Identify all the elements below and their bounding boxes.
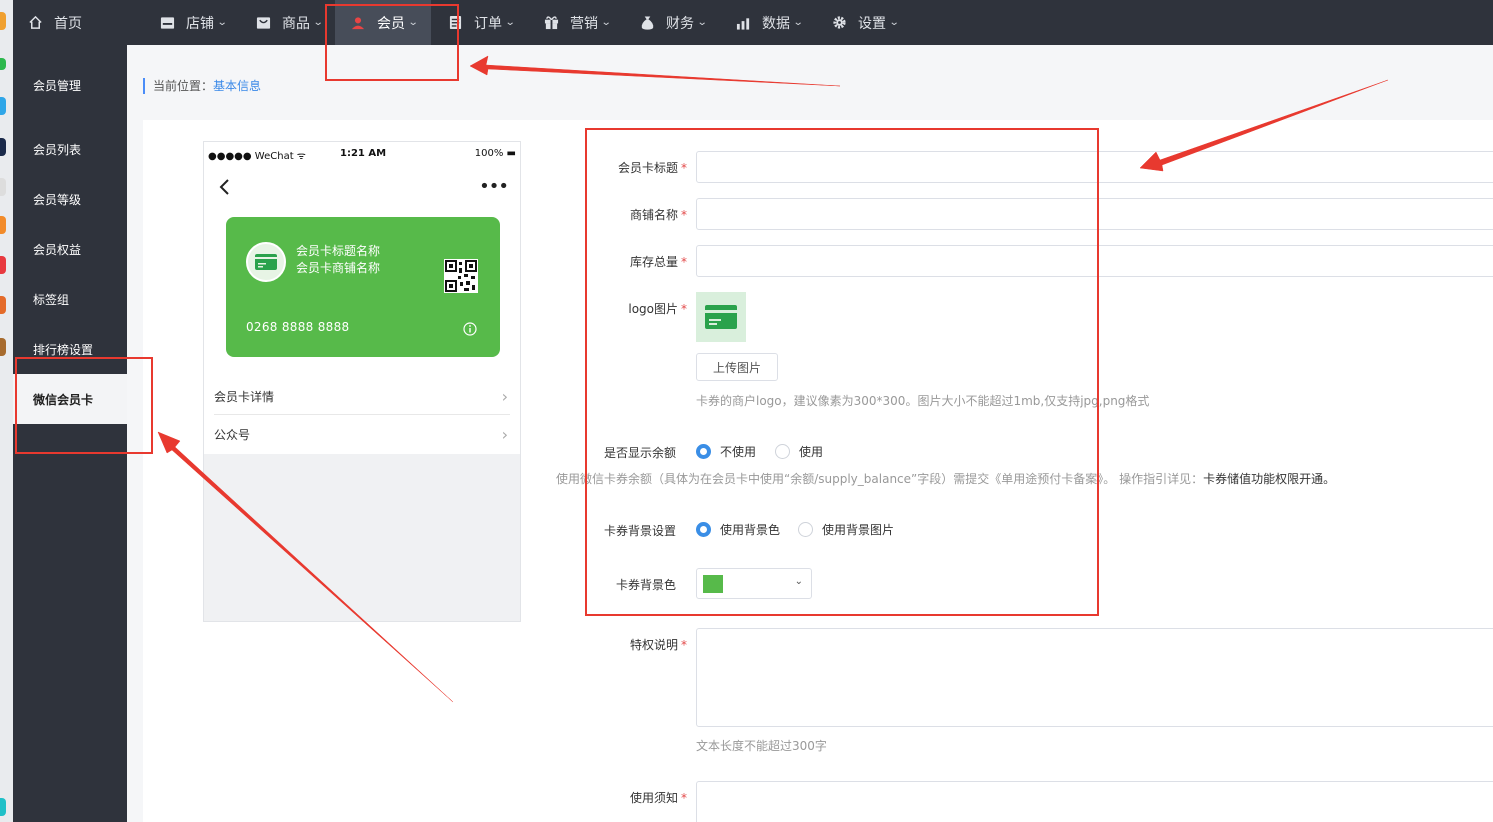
nav-data-label: 数据 bbox=[762, 15, 790, 32]
top-nav: 首页 店铺 ⌄ 商品 ⌄ 会员 ⌄ 订单 ⌄ 营销 ⌄ 财务 ⌄ 数据 ⌄ 设置… bbox=[13, 0, 1493, 45]
status-time: 1:21 AM bbox=[340, 148, 387, 159]
chevron-down-icon: ⌄ bbox=[504, 17, 516, 28]
chevron-right-icon: › bbox=[501, 425, 508, 444]
nav-data[interactable]: 数据 ⌄ bbox=[735, 0, 804, 45]
required-mark: * bbox=[681, 638, 687, 652]
official-account-label: 公众号 bbox=[214, 428, 251, 442]
official-account-row[interactable]: 公众号 › bbox=[214, 416, 510, 453]
info-icon[interactable] bbox=[463, 322, 477, 336]
status-carrier: ●●●●● WeChat ᯤ bbox=[208, 151, 306, 162]
more-icon[interactable]: ••• bbox=[479, 178, 509, 196]
card-shop-name: 会员卡商铺名称 bbox=[296, 261, 381, 275]
phone-preview: ●●●●● WeChat ᯤ 1:21 AM 100% ▬ ••• 会员卡标题名… bbox=[203, 141, 521, 622]
sidebar-item-label: 标签组 bbox=[33, 292, 70, 307]
page: 首页 店铺 ⌄ 商品 ⌄ 会员 ⌄ 订单 ⌄ 营销 ⌄ 财务 ⌄ 数据 ⌄ 设置… bbox=[0, 0, 1493, 822]
bar-chart-icon bbox=[735, 15, 751, 31]
nav-marketing[interactable]: 营销 ⌄ bbox=[543, 0, 612, 45]
breadcrumb-current-link[interactable]: 基本信息 bbox=[213, 79, 261, 93]
notice-textarea[interactable] bbox=[696, 781, 1493, 822]
chevron-down-icon: ⌄ bbox=[600, 17, 612, 28]
chevron-down-icon: ⌄ bbox=[216, 17, 228, 28]
sidebar-item-member-rights[interactable]: 会员权益 bbox=[13, 224, 127, 274]
nav-settings-label: 设置 bbox=[858, 15, 886, 32]
phone-status-bar: ●●●●● WeChat ᯤ 1:21 AM 100% ▬ bbox=[208, 148, 516, 162]
chevron-down-icon: ⌄ bbox=[792, 17, 804, 28]
required-mark: * bbox=[681, 791, 687, 805]
status-battery: 100% ▬ bbox=[474, 148, 516, 159]
sidebar-item-member-management[interactable]: 会员管理 bbox=[13, 60, 127, 110]
member-card-preview: 会员卡标题名称 会员卡商铺名称 0268 8888 8888 bbox=[226, 217, 500, 357]
back-arrow-icon[interactable] bbox=[218, 178, 232, 196]
annotation-box-wechat-card bbox=[15, 357, 153, 454]
nav-finance-label: 财务 bbox=[666, 15, 694, 32]
card-detail-row[interactable]: 会员卡详情 › bbox=[214, 378, 510, 415]
nav-store-label: 店铺 bbox=[186, 15, 214, 32]
privilege-hint: 文本长度不能超过300字 bbox=[696, 739, 827, 753]
annotation-box-member-nav bbox=[325, 4, 459, 81]
store-icon bbox=[159, 15, 175, 31]
chevron-down-icon: ⌄ bbox=[888, 17, 900, 28]
nav-marketing-label: 营销 bbox=[570, 15, 598, 32]
notice-field-label: 使用须知 * bbox=[567, 789, 687, 806]
chevron-down-icon: ⌄ bbox=[312, 17, 324, 28]
goods-icon bbox=[255, 15, 271, 31]
privilege-textarea[interactable] bbox=[696, 628, 1493, 727]
card-number: 0268 8888 8888 bbox=[246, 320, 350, 334]
breadcrumb: 当前位置：基本信息 bbox=[143, 78, 261, 94]
card-logo-icon bbox=[246, 242, 286, 282]
notice-label-text: 使用须知 bbox=[629, 791, 678, 805]
card-detail-label: 会员卡详情 bbox=[214, 389, 275, 404]
gear-icon bbox=[831, 15, 847, 31]
nav-order-label: 订单 bbox=[474, 15, 502, 32]
nav-settings[interactable]: 设置 ⌄ bbox=[831, 0, 900, 45]
balance-hint-link[interactable]: 卡券储值功能权限开通。 bbox=[1203, 472, 1335, 486]
sidebar-item-label: 会员管理 bbox=[33, 78, 82, 93]
sidebar-item-label: 会员等级 bbox=[33, 192, 82, 207]
card-title: 会员卡标题名称 bbox=[296, 244, 381, 258]
money-bag-icon bbox=[639, 15, 655, 31]
sidebar-item-label: 会员列表 bbox=[33, 142, 82, 157]
annotation-box-form bbox=[585, 128, 1099, 616]
sidebar-item-member-list[interactable]: 会员列表 bbox=[13, 124, 127, 174]
chevron-down-icon: ⌄ bbox=[696, 17, 708, 28]
privilege-label-text: 特权说明 bbox=[629, 638, 678, 652]
nav-finance[interactable]: 财务 ⌄ bbox=[639, 0, 708, 45]
breadcrumb-prefix: 当前位置： bbox=[153, 79, 214, 93]
arrow-to-member-nav bbox=[469, 55, 841, 87]
app-dock bbox=[0, 0, 13, 822]
qr-code-icon[interactable] bbox=[444, 259, 478, 293]
sidebar-item-label: 排行榜设置 bbox=[33, 342, 94, 357]
home-icon bbox=[27, 15, 43, 31]
nav-goods-label: 商品 bbox=[282, 15, 310, 32]
phone-screen: ●●●●● WeChat ᯤ 1:21 AM 100% ▬ ••• 会员卡标题名… bbox=[204, 142, 520, 454]
privilege-field-label: 特权说明 * bbox=[567, 636, 687, 653]
nav-home-label: 首页 bbox=[54, 15, 82, 32]
sidebar-item-member-level[interactable]: 会员等级 bbox=[13, 174, 127, 224]
nav-home[interactable]: 首页 bbox=[27, 0, 82, 45]
chevron-right-icon: › bbox=[501, 386, 508, 406]
nav-goods[interactable]: 商品 ⌄ bbox=[255, 0, 324, 45]
nav-store[interactable]: 店铺 ⌄ bbox=[159, 0, 228, 45]
sidebar-item-label: 会员权益 bbox=[33, 242, 82, 257]
sidebar-item-tag-group[interactable]: 标签组 bbox=[13, 274, 127, 324]
gift-icon bbox=[543, 15, 559, 31]
